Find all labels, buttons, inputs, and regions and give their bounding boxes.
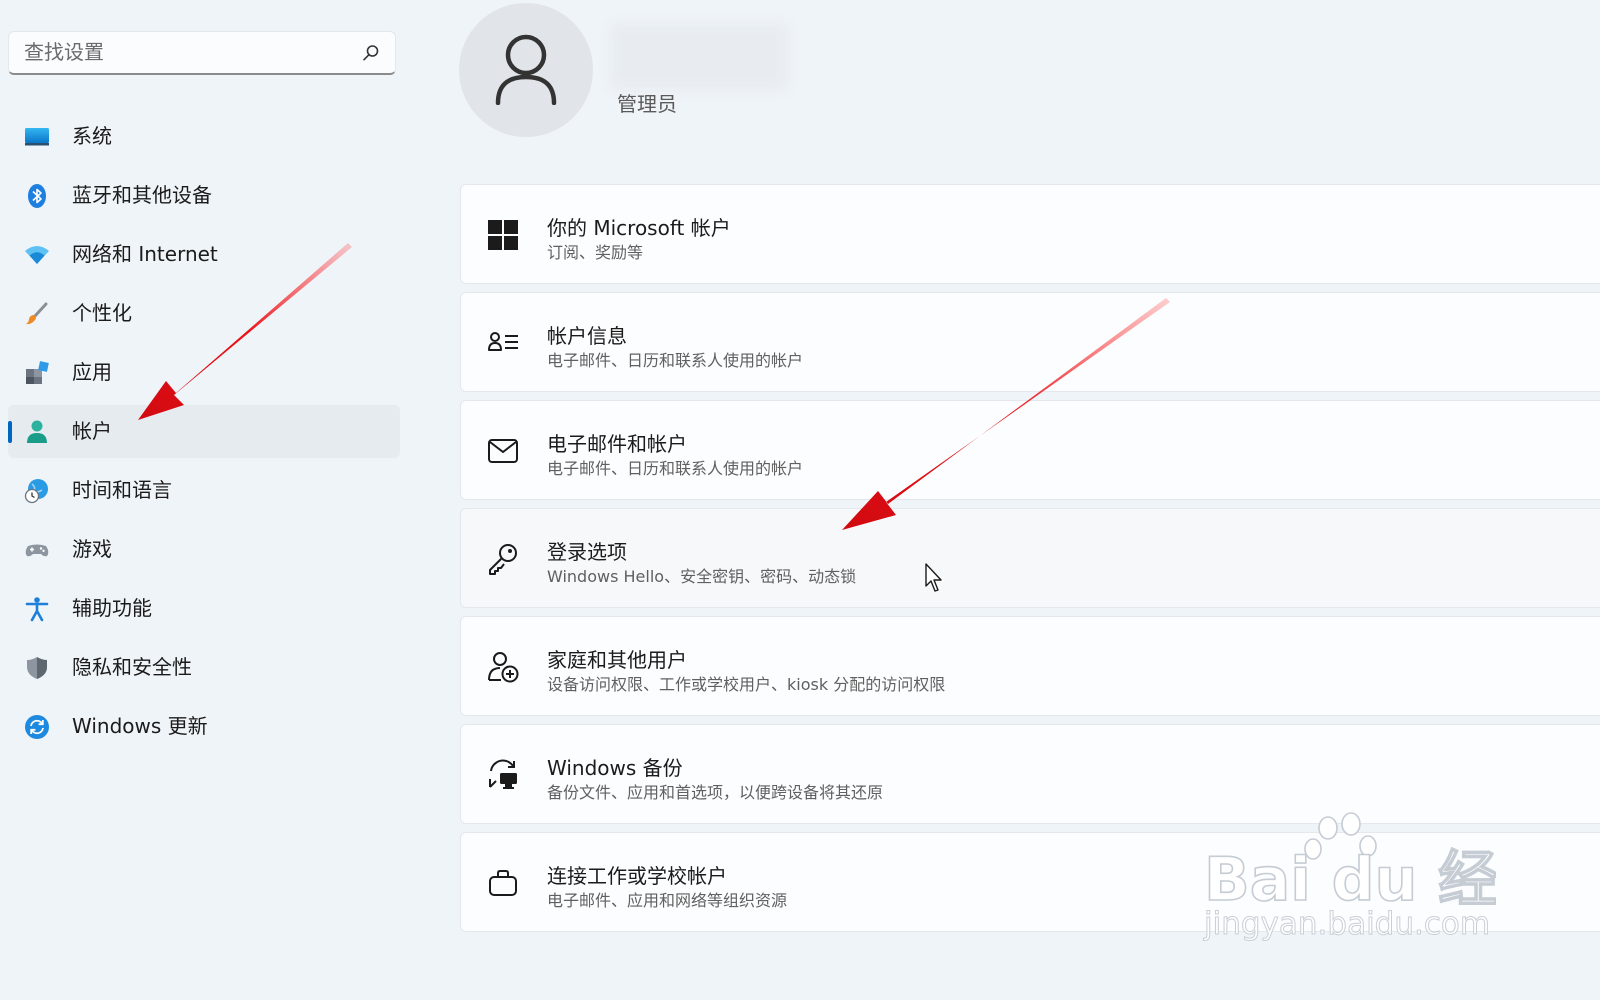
sidebar-item-time-language[interactable]: 时间和语言 (8, 464, 400, 517)
wifi-icon (25, 246, 49, 264)
search-input[interactable] (9, 32, 364, 72)
card-title: 连接工作或学校帐户 (547, 864, 727, 888)
card-title: 你的 Microsoft 帐户 (547, 216, 731, 240)
card-title: Windows 备份 (547, 756, 683, 780)
card-microsoft-account[interactable]: 你的 Microsoft 帐户 订阅、奖励等 (460, 184, 1600, 284)
card-subtitle: Windows Hello、安全密钥、密码、动态锁 (547, 567, 857, 586)
monitor-icon (25, 128, 49, 146)
gamepad-icon (25, 544, 49, 557)
sidebar-item-label: 隐私和安全性 (72, 655, 192, 679)
sidebar-item-bluetooth[interactable]: 蓝牙和其他设备 (8, 169, 400, 222)
search-box[interactable] (8, 31, 396, 75)
card-title: 电子邮件和帐户 (547, 432, 687, 456)
account-info-icon (488, 332, 518, 351)
add-person-icon (488, 652, 519, 683)
card-subtitle: 电子邮件、日历和联系人使用的帐户 (547, 459, 804, 478)
accessibility-icon (25, 597, 49, 622)
sidebar-item-label: 帐户 (72, 419, 112, 443)
sidebar-item-system[interactable]: 系统 (8, 110, 400, 163)
backup-icon (489, 759, 517, 789)
windows-logo-icon (488, 220, 518, 250)
brush-icon (26, 302, 48, 325)
annotation-arrow-sign-in (842, 298, 1170, 530)
person-icon (27, 420, 47, 443)
card-title: 家庭和其他用户 (547, 648, 687, 672)
apps-icon (26, 361, 49, 384)
mouse-cursor-icon (925, 563, 942, 592)
card-subtitle: 电子邮件、日历和联系人使用的帐户 (547, 351, 804, 370)
card-subtitle: 设备访问权限、工作或学校用户、kiosk 分配的访问权限 (547, 675, 946, 694)
globe-clock-icon (24, 479, 48, 504)
shield-icon (27, 657, 47, 679)
card-subtitle: 电子邮件、应用和网络等组织资源 (547, 891, 788, 910)
briefcase-icon (489, 870, 517, 896)
key-icon (489, 544, 517, 575)
search-icon[interactable] (361, 43, 381, 63)
sidebar-item-label: 系统 (72, 124, 112, 148)
sidebar-item-privacy[interactable]: 隐私和安全性 (8, 641, 400, 694)
card-subtitle: 订阅、奖励等 (547, 243, 644, 262)
bluetooth-icon (28, 184, 46, 208)
sidebar-item-gaming[interactable]: 游戏 (8, 523, 400, 576)
sidebar-item-label: Windows 更新 (72, 714, 208, 738)
card-title: 登录选项 (547, 540, 627, 564)
sidebar-nav: 系统 蓝牙和其他设备 网络和 Internet 个性化 应用 帐户 时间和语言 … (8, 110, 400, 759)
sidebar-item-accessibility[interactable]: 辅助功能 (8, 582, 400, 635)
sidebar-item-label: 辅助功能 (72, 596, 152, 620)
sidebar-item-label: 蓝牙和其他设备 (72, 183, 212, 207)
sidebar-item-label: 游戏 (72, 537, 112, 561)
mail-icon (488, 439, 518, 463)
sidebar-item-label: 时间和语言 (72, 478, 172, 502)
watermark-url: jingyan.baidu.com (1203, 906, 1491, 943)
watermark-brand: Bai du 经验 (1204, 845, 1496, 915)
card-family-users[interactable]: 家庭和其他用户 设备访问权限、工作或学校用户、kiosk 分配的访问权限 (460, 616, 1600, 716)
sidebar-item-windows-update[interactable]: Windows 更新 (8, 700, 400, 753)
account-role: 管理员 (617, 92, 677, 116)
card-title: 帐户信息 (547, 324, 627, 348)
user-avatar[interactable] (459, 3, 593, 137)
update-icon (25, 715, 49, 739)
blurred-user-name (610, 24, 788, 90)
sidebar-item-label: 应用 (72, 360, 112, 384)
annotation-arrow-accounts (138, 243, 352, 420)
user-avatar-icon (495, 34, 557, 105)
card-subtitle: 备份文件、应用和首选项，以便跨设备将其还原 (547, 783, 884, 802)
